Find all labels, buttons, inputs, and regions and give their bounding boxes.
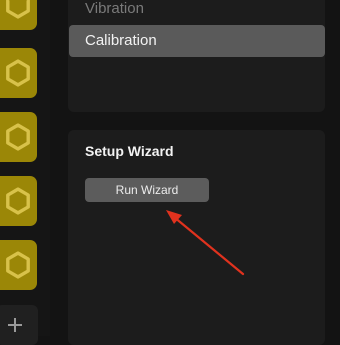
setup-wizard-panel xyxy=(68,130,325,345)
setup-wizard-title: Setup Wizard xyxy=(85,143,174,159)
sidebar-tile-5[interactable] xyxy=(0,240,37,290)
hexagon-icon xyxy=(5,123,30,151)
hexagon-icon xyxy=(5,187,30,215)
menu-item-vibration[interactable]: Vibration xyxy=(69,0,325,25)
sidebar-tile-1[interactable] xyxy=(0,0,37,30)
sidebar-tile-3[interactable] xyxy=(0,112,37,162)
menu-item-calibration[interactable]: Calibration xyxy=(69,25,325,57)
sidebar-tile-4[interactable] xyxy=(0,176,37,226)
plus-icon xyxy=(8,318,22,332)
hexagon-icon xyxy=(5,0,30,19)
sidebar xyxy=(0,0,50,345)
add-button[interactable] xyxy=(0,305,38,345)
run-wizard-button[interactable]: Run Wizard xyxy=(85,178,209,202)
hexagon-icon xyxy=(5,251,30,279)
hexagon-icon xyxy=(5,59,30,87)
sidebar-tile-2[interactable] xyxy=(0,48,37,98)
